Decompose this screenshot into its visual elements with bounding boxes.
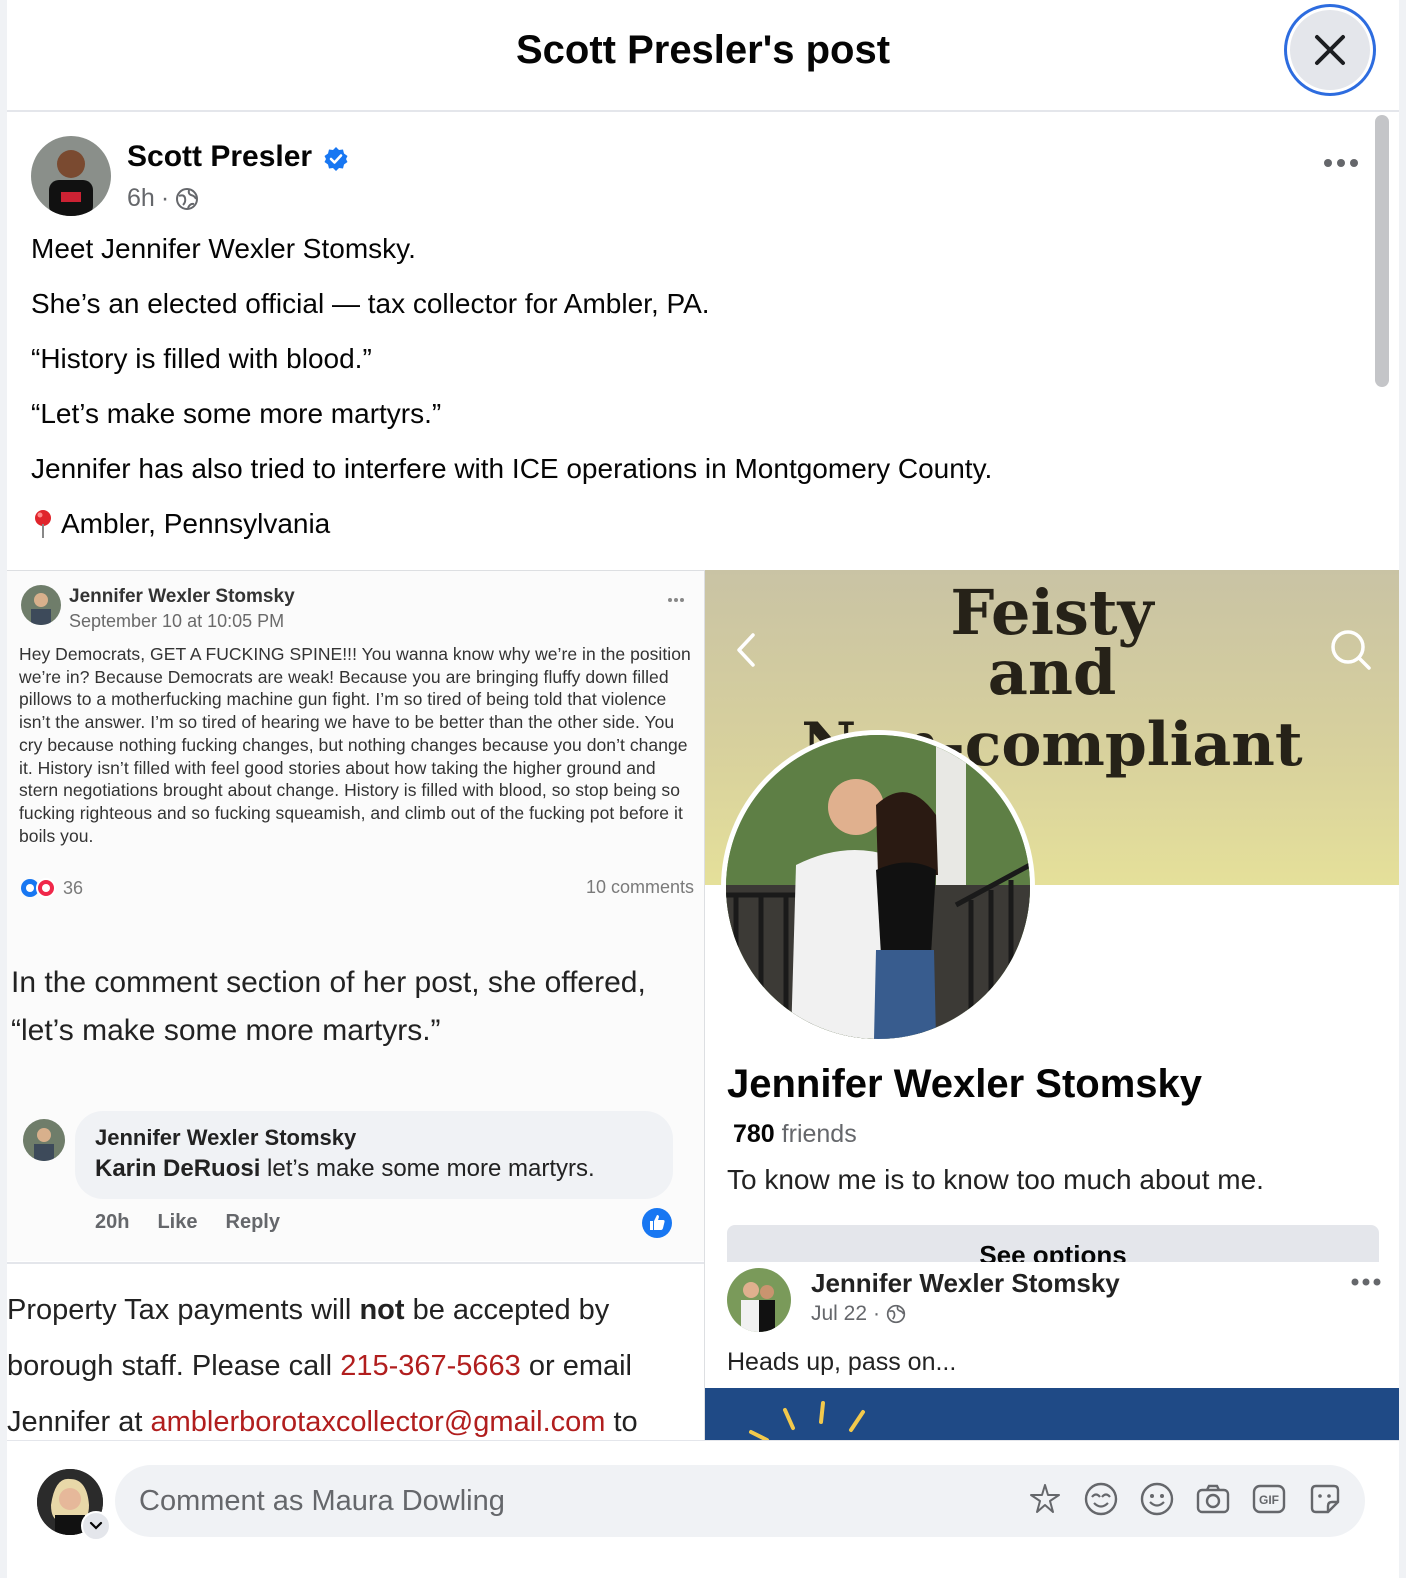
- tax-notice-text: Property Tax payments will: [7, 1294, 360, 1326]
- shared-post-image: [705, 1388, 1399, 1440]
- friends-number: 780: [733, 1120, 775, 1148]
- comment-composer: GIF: [7, 1440, 1399, 1578]
- close-button[interactable]: [1290, 10, 1370, 90]
- author-avatar[interactable]: [31, 136, 111, 216]
- shared-post-date: Jul 22: [811, 1302, 868, 1325]
- comment-mention: Karin DeRuosi: [95, 1155, 261, 1182]
- location-text[interactable]: Ambler, Pennsylvania: [61, 507, 330, 541]
- shared-post-meta: Jul 22 ·: [811, 1302, 906, 1326]
- tax-notice-text: to: [605, 1406, 638, 1438]
- reaction-count: 36: [63, 877, 84, 898]
- photo-1[interactable]: Jennifer Wexler Stomsky September 10 at …: [7, 570, 704, 1261]
- post-text: Meet Jennifer Wexler Stomsky. She’s an e…: [31, 232, 1361, 562]
- comment-time: 20h: [95, 1211, 130, 1233]
- friends-label: friends: [781, 1120, 857, 1148]
- screenshot-date: September 10 at 10:05 PM: [69, 611, 285, 631]
- camera-icon[interactable]: [1195, 1481, 1231, 1517]
- like-icon: [642, 1208, 672, 1238]
- avatar-sticker-icon[interactable]: [1027, 1481, 1063, 1517]
- gif-icon[interactable]: GIF: [1251, 1481, 1287, 1517]
- screenshot-avatar: [21, 585, 61, 625]
- cover-text-line: and: [987, 636, 1117, 709]
- friends-count: 780 friends: [733, 1120, 857, 1149]
- emoji-icon[interactable]: [1139, 1481, 1175, 1517]
- comment-author: Jennifer Wexler Stomsky: [95, 1125, 357, 1150]
- screenshot-more-icon: [668, 598, 684, 602]
- author-name[interactable]: Scott Presler: [127, 140, 312, 174]
- photo-2[interactable]: Feisty and Non-compliant Jennifer Wexler…: [705, 570, 1399, 1262]
- scrollbar[interactable]: [1375, 115, 1389, 387]
- tax-phone: 215-367-5663: [340, 1350, 521, 1382]
- comment-reply-label: Reply: [225, 1211, 280, 1233]
- post-line: “Let’s make some more martyrs.”: [31, 398, 442, 429]
- post-line: “History is filled with blood.”: [31, 343, 372, 374]
- sticker-icon[interactable]: [1307, 1481, 1343, 1517]
- shared-post-more-icon: [1351, 1278, 1381, 1286]
- meta-separator: ·: [873, 1302, 881, 1325]
- profile-bio: To know me is to know too much about me.: [727, 1164, 1264, 1195]
- post-time[interactable]: 6h: [127, 184, 155, 213]
- screenshot-caption: In the comment section of her post, she …: [11, 966, 646, 1047]
- back-icon: [737, 633, 755, 667]
- svg-text:GIF: GIF: [1259, 1493, 1279, 1507]
- screenshot-author: Jennifer Wexler Stomsky: [69, 586, 295, 607]
- verified-badge-icon: [324, 147, 348, 171]
- photo-4[interactable]: Jennifer Wexler Stomsky Jul 22 · Heads u…: [705, 1262, 1399, 1440]
- photo-3[interactable]: Property Tax payments will not be accept…: [7, 1262, 704, 1442]
- see-options-button: See options: [727, 1225, 1379, 1262]
- meta-separator: ·: [160, 184, 170, 212]
- close-icon: [1315, 35, 1345, 65]
- comment-like-label: Like: [157, 1211, 198, 1233]
- modal-header: Scott Presler's post: [7, 0, 1399, 112]
- post-line: Jennifer has also tried to interfere wit…: [31, 453, 993, 484]
- post-modal: Scott Presler's post Scott Presler 6h ·: [7, 0, 1399, 1578]
- screenshot-reactions: 36: [19, 877, 83, 899]
- comment-body: let’s make some more martyrs.: [267, 1155, 595, 1182]
- globe-icon: [886, 1304, 906, 1324]
- shared-post-author: Jennifer Wexler Stomsky: [811, 1268, 1120, 1298]
- location-line: Ambler, Pennsylvania: [31, 507, 1361, 541]
- shared-post-text: Heads up, pass on...: [727, 1348, 957, 1376]
- modal-title: Scott Presler's post: [515, 28, 891, 72]
- emoji-icon[interactable]: [1083, 1481, 1119, 1517]
- tax-notice-emphasis: not: [359, 1294, 405, 1326]
- post-header: Scott Presler 6h ·: [31, 136, 1371, 220]
- post-meta: 6h ·: [127, 184, 199, 213]
- profile-photo: [721, 730, 1035, 1044]
- more-icon[interactable]: [1323, 158, 1359, 168]
- screenshot-comments-count: 10 comments: [585, 877, 694, 897]
- comment-bubble: Jennifer Wexler Stomsky Karin DeRuosi le…: [75, 1111, 673, 1199]
- profile-name: Jennifer Wexler Stomsky: [727, 1062, 1203, 1106]
- globe-icon: [176, 187, 199, 210]
- tax-email: amblerborotaxcollector@gmail.com: [150, 1406, 606, 1438]
- screenshot-body: Hey Democrats, GET A FUCKING SPINE!!! Yo…: [19, 644, 691, 846]
- composer-toolbar: GIF: [1027, 1481, 1343, 1517]
- shared-post-avatar: [727, 1268, 791, 1332]
- comment-text: Karin DeRuosi let’s make some more marty…: [95, 1155, 595, 1183]
- chevron-down-icon[interactable]: [81, 1511, 111, 1541]
- comment-avatar: [23, 1119, 65, 1161]
- location-pin-icon: [35, 510, 51, 538]
- post-line: Meet Jennifer Wexler Stomsky.: [31, 233, 416, 264]
- tax-notice: Property Tax payments will not be accept…: [7, 1282, 704, 1442]
- reaction-icons: [21, 878, 56, 898]
- comment-actions: 20h Like Reply: [95, 1211, 280, 1234]
- search-icon: [1331, 630, 1371, 670]
- post-line: She’s an elected official — tax collecto…: [31, 288, 710, 319]
